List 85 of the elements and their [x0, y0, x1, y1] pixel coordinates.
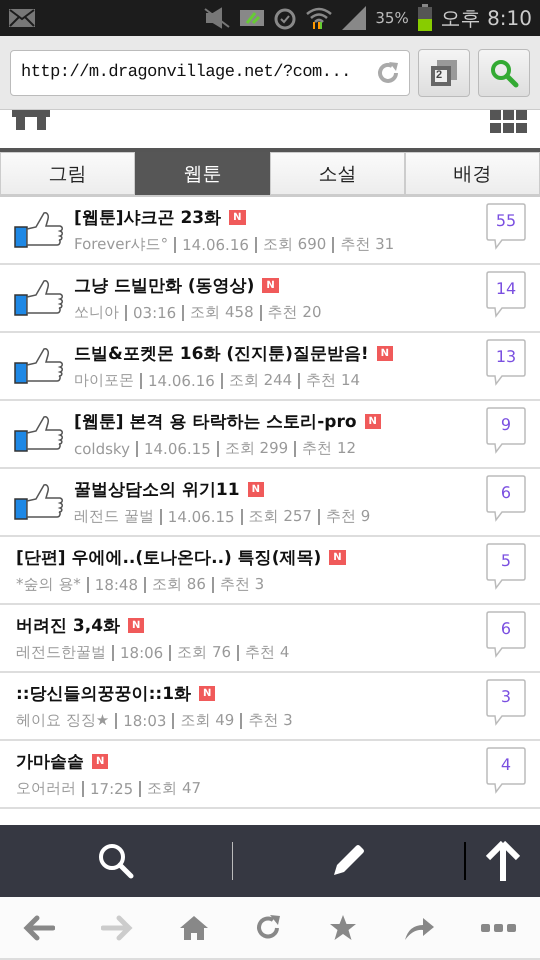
post-title[interactable]: 그냥 드빌만화 (동영상) [74, 274, 254, 297]
post-meta: 추천 12 [302, 439, 356, 458]
new-badge: N [364, 414, 381, 429]
mail-icon [8, 8, 36, 28]
category-tab[interactable]: 배경 [405, 152, 540, 195]
post-meta: 17:25 [90, 780, 134, 798]
battery-percent: 35% [375, 9, 409, 27]
post-title[interactable]: 꿀벌상담소의 위기11 [74, 478, 240, 501]
new-badge: N [92, 754, 108, 769]
sync-icon [239, 7, 266, 29]
post-title[interactable]: [웹툰]샤크곤 23화 [74, 206, 222, 229]
post-meta: 03:16 [133, 304, 176, 322]
post-meta: 14.06.16 [182, 236, 249, 254]
new-badge: N [329, 550, 346, 565]
alarm-icon [273, 6, 298, 30]
thumbs-up-icon [14, 211, 64, 249]
post-meta: Forever샤드° [74, 235, 168, 254]
category-tab[interactable]: 소설 [270, 152, 405, 195]
back-icon[interactable] [23, 914, 55, 940]
reload-icon[interactable] [255, 914, 283, 942]
post-title[interactable]: ::당신들의꿍꿍이::1화 [16, 682, 192, 705]
new-badge: N [199, 686, 216, 701]
mute-icon [203, 7, 232, 29]
post-meta: coldsky [74, 440, 130, 458]
post-meta: 18:03 [123, 712, 166, 730]
post-meta: 추천 14 [306, 371, 360, 390]
post-title[interactable]: [웹툰] 본격 용 타락하는 스토리-pro [74, 410, 357, 433]
post-meta: 18:48 [94, 576, 138, 594]
new-badge: N [248, 482, 264, 497]
post-meta: 추천 3 [248, 711, 293, 730]
post-meta: 조회 299 [224, 439, 288, 458]
post-title[interactable]: 버려진 3,4화 [16, 614, 120, 637]
post-meta: 조회 244 [228, 371, 292, 390]
thumbs-up-icon [14, 279, 64, 317]
more-icon[interactable] [481, 922, 517, 932]
post-meta: 조회 690 [262, 235, 326, 254]
post-meta: 14.06.16 [148, 372, 215, 390]
new-badge: N [376, 346, 393, 361]
post-meta: 레전드한꿀벌 [16, 643, 106, 662]
post-meta: 추천 9 [326, 507, 370, 526]
star-icon[interactable] [329, 914, 357, 942]
post-meta: 조회 76 [177, 643, 232, 662]
post-title[interactable]: [단편] 우에에..(토나온다..) 특징(제목) [16, 546, 322, 569]
tabs-button[interactable]: 2 [418, 48, 470, 96]
new-badge: N [229, 210, 246, 225]
post-meta: 레전드 꿀벌 [74, 507, 154, 526]
new-badge: N [128, 618, 144, 633]
search-icon[interactable] [96, 842, 135, 880]
post-meta: *숲의 용* [16, 575, 81, 594]
post-meta: 18:06 [120, 644, 164, 662]
wifi-icon [305, 6, 334, 30]
post-meta: 14.06.15 [168, 508, 235, 526]
post-meta: 14.06.15 [144, 440, 211, 458]
post-meta: 추천 31 [340, 235, 394, 254]
post-meta: 추천 4 [245, 643, 290, 662]
battery-icon [416, 4, 433, 32]
clock-time: 오후 8:10 [440, 4, 532, 32]
category-tab[interactable]: 웹툰 [135, 152, 270, 195]
signal-icon [341, 6, 368, 30]
post-meta: 조회 257 [248, 507, 312, 526]
thumbs-up-icon [14, 415, 64, 453]
url-field[interactable]: http://m.dragonvillage.net/?com... [10, 50, 410, 96]
post-meta: 추천 3 [220, 575, 264, 594]
post-title[interactable]: 드빌&포켓몬 16화 (진지툰)질문받음! [74, 342, 369, 365]
post-meta: 쏘니아 [74, 303, 119, 322]
post-meta: 조회 458 [190, 303, 254, 322]
post-title[interactable]: 가마솥솥 [16, 750, 84, 773]
new-badge: N [262, 278, 279, 293]
post-meta: 조회 47 [147, 779, 202, 798]
thumbs-up-icon [14, 483, 64, 521]
post-meta: 오어러러 [16, 779, 76, 798]
home-icon[interactable] [179, 914, 209, 940]
up-arrow-icon[interactable] [486, 841, 520, 881]
post-meta: 헤이요 징징★ [16, 711, 110, 730]
post-meta: 마이포몬 [74, 371, 134, 390]
category-tab[interactable]: 그림 [0, 152, 135, 195]
post-meta: 추천 20 [268, 303, 322, 322]
search-button[interactable] [478, 48, 530, 96]
refresh-icon[interactable] [375, 60, 401, 86]
post-meta: 조회 86 [152, 575, 206, 594]
thumbs-up-icon [14, 347, 64, 385]
grid-menu-icon[interactable] [490, 110, 528, 134]
post-meta: 조회 49 [180, 711, 234, 730]
windows-icon[interactable] [429, 58, 459, 88]
home-icon[interactable] [12, 110, 50, 130]
